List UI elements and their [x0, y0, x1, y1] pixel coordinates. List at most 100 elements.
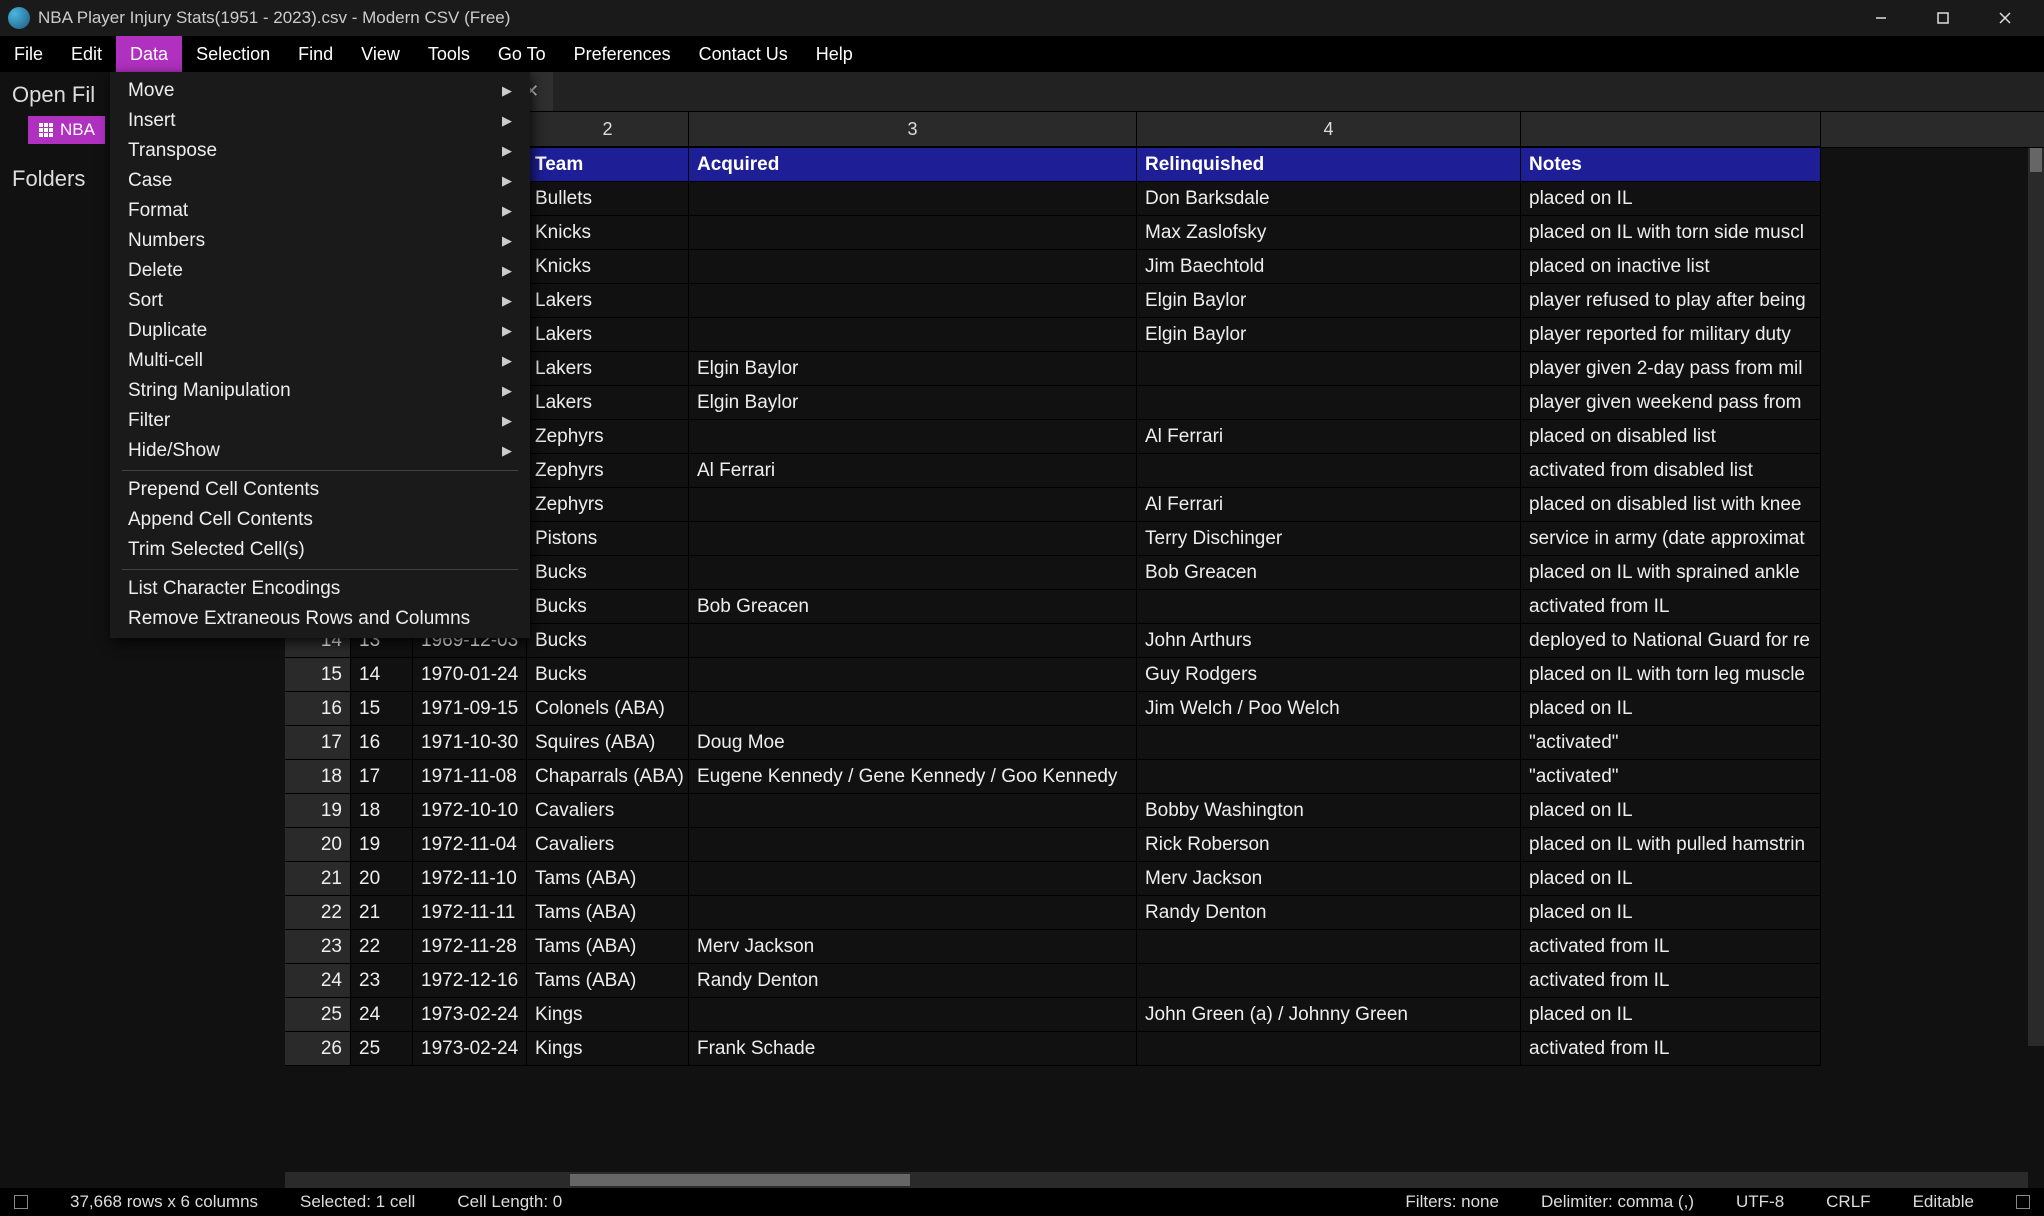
maximize-button[interactable] — [1912, 0, 1974, 36]
data-menu-dropdown[interactable]: Move▶Insert▶Transpose▶Case▶Format▶Number… — [110, 72, 530, 638]
cell[interactable]: Elgin Baylor — [1137, 284, 1521, 318]
horizontal-scrollbar[interactable] — [285, 1172, 2028, 1188]
column-header[interactable]: 4 — [1137, 112, 1521, 147]
column-header[interactable]: 2 — [527, 112, 689, 147]
cell[interactable] — [1137, 454, 1521, 488]
header-cell[interactable]: Relinquished — [1137, 148, 1521, 182]
cell[interactable]: 1972-11-11 — [413, 896, 527, 930]
menu-item-trim-selected-cell-s-[interactable]: Trim Selected Cell(s) — [110, 535, 530, 565]
status-filters[interactable]: Filters: none — [1405, 1192, 1499, 1212]
cell[interactable]: John Arthurs — [1137, 624, 1521, 658]
cell[interactable]: activated from IL — [1521, 930, 1821, 964]
menu-item-multi-cell[interactable]: Multi-cell▶ — [110, 346, 530, 376]
row-header[interactable]: 23 — [285, 930, 351, 964]
cell[interactable]: Elgin Baylor — [1137, 318, 1521, 352]
header-cell[interactable]: Team — [527, 148, 689, 182]
menu-item-delete[interactable]: Delete▶ — [110, 256, 530, 286]
cell[interactable]: Chaparrals (ABA) — [527, 760, 689, 794]
cell[interactable]: Elgin Baylor — [689, 352, 1137, 386]
cell[interactable]: 1973-02-24 — [413, 998, 527, 1032]
cell[interactable]: Bucks — [527, 556, 689, 590]
cell[interactable]: placed on IL — [1521, 692, 1821, 726]
cell[interactable]: 1973-02-24 — [413, 1032, 527, 1066]
status-editable[interactable]: Editable — [1913, 1192, 1974, 1212]
cell[interactable] — [689, 998, 1137, 1032]
cell[interactable]: Colonels (ABA) — [527, 692, 689, 726]
row-header[interactable]: 19 — [285, 794, 351, 828]
cell[interactable]: Guy Rodgers — [1137, 658, 1521, 692]
cell[interactable]: placed on IL with pulled hamstrin — [1521, 828, 1821, 862]
menu-file[interactable]: File — [0, 36, 57, 72]
column-header[interactable] — [1521, 112, 1821, 147]
cell[interactable]: Tams (ABA) — [527, 896, 689, 930]
menu-data[interactable]: Data — [116, 36, 182, 72]
cell[interactable] — [689, 828, 1137, 862]
cell[interactable]: Kings — [527, 1032, 689, 1066]
row-header[interactable]: 21 — [285, 862, 351, 896]
cell[interactable]: placed on IL with torn side muscl — [1521, 216, 1821, 250]
cell[interactable] — [689, 318, 1137, 352]
cell[interactable] — [689, 794, 1137, 828]
cell[interactable]: Merv Jackson — [1137, 862, 1521, 896]
cell[interactable]: Zephyrs — [527, 420, 689, 454]
menu-go-to[interactable]: Go To — [484, 36, 560, 72]
cell[interactable]: Max Zaslofsky — [1137, 216, 1521, 250]
cell[interactable]: Don Barksdale — [1137, 182, 1521, 216]
cell[interactable]: Knicks — [527, 216, 689, 250]
menu-item-move[interactable]: Move▶ — [110, 76, 530, 106]
menu-edit[interactable]: Edit — [57, 36, 116, 72]
cell[interactable]: Squires (ABA) — [527, 726, 689, 760]
cell[interactable]: "activated" — [1521, 726, 1821, 760]
cell[interactable]: placed on IL with torn leg muscle — [1521, 658, 1821, 692]
cell[interactable]: activated from IL — [1521, 1032, 1821, 1066]
status-lineend[interactable]: CRLF — [1826, 1192, 1870, 1212]
cell[interactable]: Randy Denton — [689, 964, 1137, 998]
cell[interactable]: Cavaliers — [527, 828, 689, 862]
row-header[interactable]: 18 — [285, 760, 351, 794]
cell[interactable]: Jim Baechtold — [1137, 250, 1521, 284]
cell[interactable] — [1137, 930, 1521, 964]
cell[interactable]: 1970-01-24 — [413, 658, 527, 692]
cell[interactable] — [1137, 590, 1521, 624]
menu-item-string-manipulation[interactable]: String Manipulation▶ — [110, 376, 530, 406]
cell[interactable]: placed on IL — [1521, 794, 1821, 828]
menu-item-sort[interactable]: Sort▶ — [110, 286, 530, 316]
cell[interactable]: placed on IL — [1521, 896, 1821, 930]
column-header[interactable]: 3 — [689, 112, 1137, 147]
cell[interactable]: Pistons — [527, 522, 689, 556]
cell[interactable] — [689, 862, 1137, 896]
cell[interactable] — [689, 692, 1137, 726]
cell[interactable]: placed on IL — [1521, 998, 1821, 1032]
menu-item-list-character-encodings[interactable]: List Character Encodings — [110, 574, 530, 604]
cell[interactable]: player given 2-day pass from mil — [1521, 352, 1821, 386]
menu-help[interactable]: Help — [802, 36, 867, 72]
vertical-scrollbar[interactable] — [2028, 148, 2044, 1046]
cell[interactable]: activated from IL — [1521, 964, 1821, 998]
cell[interactable]: Tams (ABA) — [527, 862, 689, 896]
cell[interactable]: 21 — [351, 896, 413, 930]
menu-find[interactable]: Find — [284, 36, 347, 72]
row-header[interactable]: 24 — [285, 964, 351, 998]
close-button[interactable] — [1974, 0, 2036, 36]
header-cell[interactable]: Acquired — [689, 148, 1137, 182]
cell[interactable]: Tams (ABA) — [527, 930, 689, 964]
cell[interactable] — [689, 658, 1137, 692]
menu-view[interactable]: View — [347, 36, 414, 72]
cell[interactable]: 1972-11-28 — [413, 930, 527, 964]
row-header[interactable]: 22 — [285, 896, 351, 930]
menu-item-hide-show[interactable]: Hide/Show▶ — [110, 436, 530, 466]
cell[interactable]: Bucks — [527, 624, 689, 658]
cell[interactable] — [1137, 964, 1521, 998]
sidebar-file-item[interactable]: NBA — [28, 116, 105, 144]
menu-item-append-cell-contents[interactable]: Append Cell Contents — [110, 505, 530, 535]
cell[interactable]: 1972-11-04 — [413, 828, 527, 862]
cell[interactable]: service in army (date approximat — [1521, 522, 1821, 556]
cell[interactable]: 17 — [351, 760, 413, 794]
cell[interactable]: Terry Dischinger — [1137, 522, 1521, 556]
menu-item-numbers[interactable]: Numbers▶ — [110, 226, 530, 256]
cell[interactable] — [1137, 726, 1521, 760]
cell[interactable]: 24 — [351, 998, 413, 1032]
data-grid[interactable]: 01234 1DateTeamAcquiredRelinquishedNotes… — [285, 112, 2044, 1066]
cell[interactable]: placed on IL with sprained ankle — [1521, 556, 1821, 590]
header-cell[interactable]: Notes — [1521, 148, 1821, 182]
